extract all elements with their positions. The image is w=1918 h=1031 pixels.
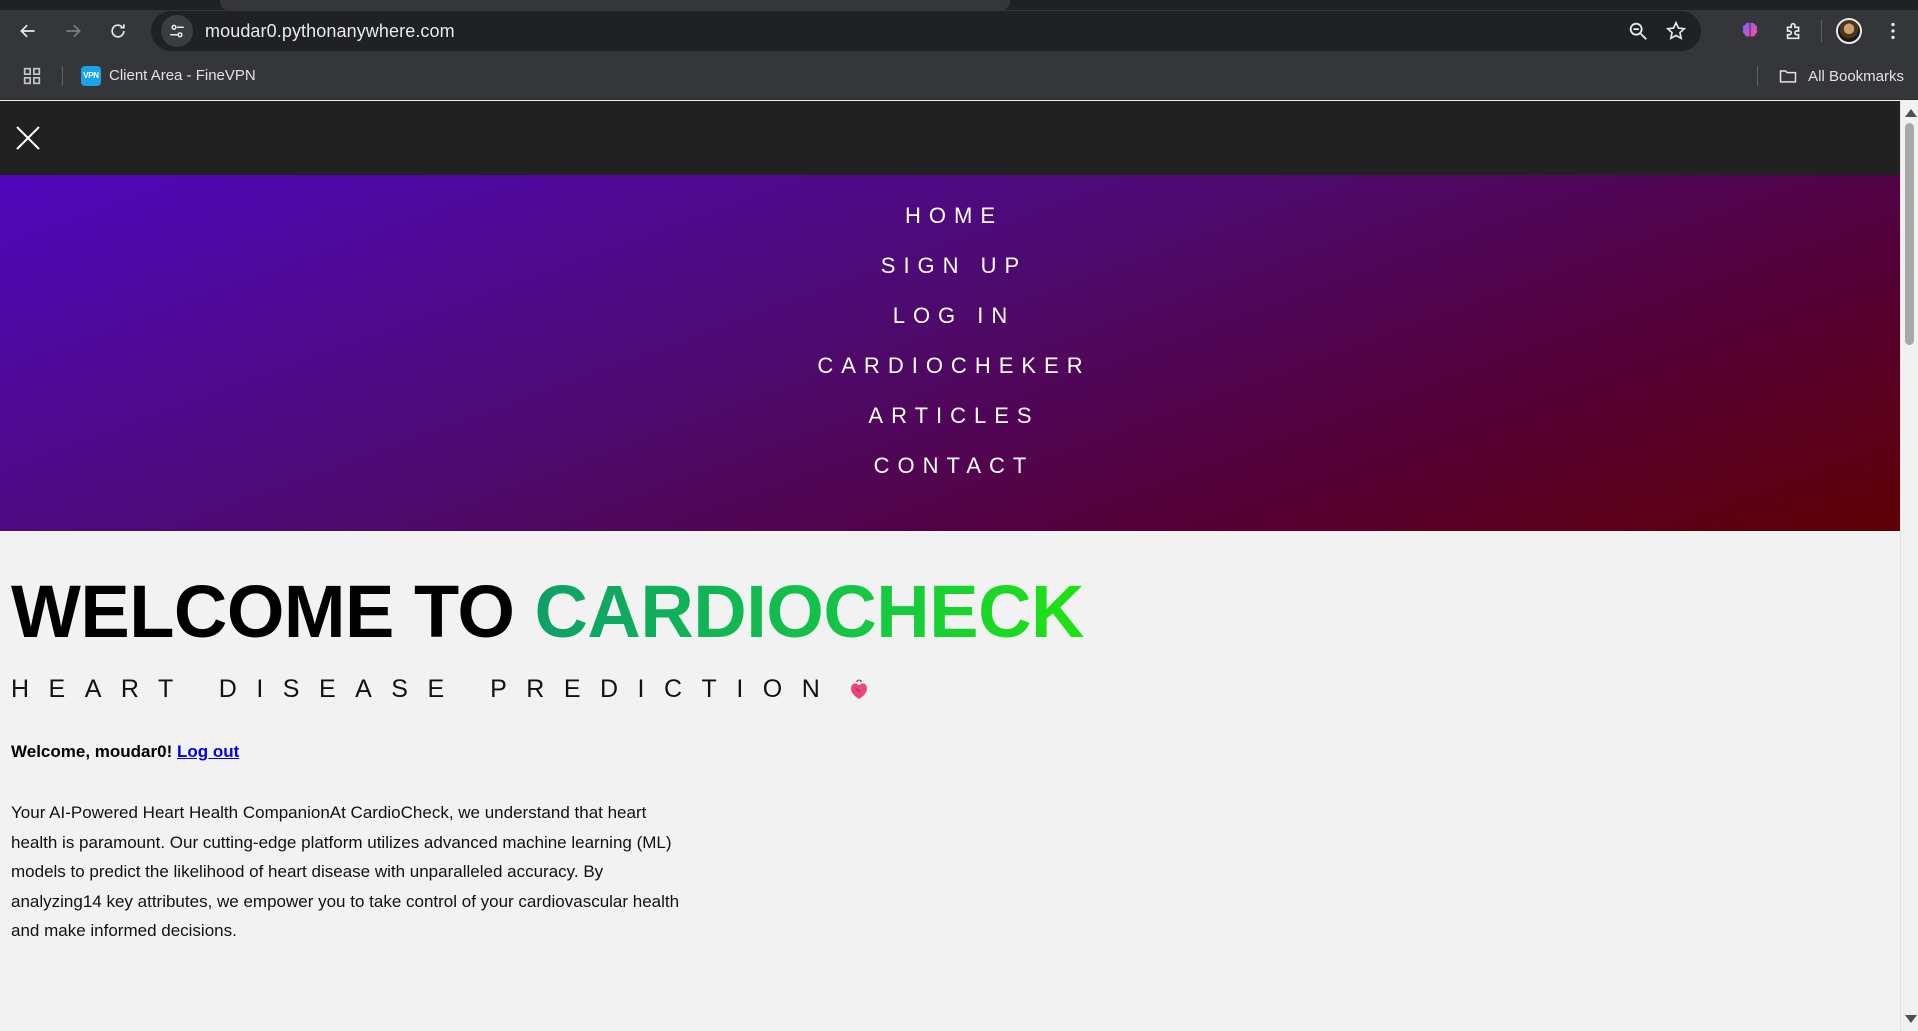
page-title: WELCOME TO CARDIOCHECK bbox=[11, 569, 1889, 655]
site-info-button[interactable] bbox=[161, 15, 193, 47]
nav-articles[interactable]: ARTICLES bbox=[860, 391, 1039, 441]
folder-icon bbox=[1779, 70, 1797, 83]
nav-log-in[interactable]: LOG IN bbox=[885, 291, 1016, 341]
back-button[interactable] bbox=[10, 13, 46, 49]
title-prefix: WELCOME TO bbox=[11, 570, 535, 653]
forward-button[interactable] bbox=[55, 13, 91, 49]
page-subtitle: HEART DISEASE PREDICTION bbox=[11, 675, 1889, 704]
bookmarks-bar: VPN Client Area - FineVPN All Bookmarks bbox=[0, 52, 1918, 100]
avatar bbox=[1836, 18, 1862, 44]
brain-icon bbox=[1742, 22, 1758, 37]
scroll-down-icon[interactable] bbox=[1905, 1015, 1917, 1023]
zoom-icon[interactable] bbox=[1627, 20, 1649, 42]
bookmark-label: Client Area - FineVPN bbox=[109, 67, 256, 84]
url-text[interactable]: moudar0.pythonanywhere.com bbox=[205, 21, 455, 42]
tab-strip bbox=[0, 0, 1918, 10]
page-scrollbar[interactable] bbox=[1900, 101, 1918, 1031]
vpn-favicon-icon: VPN bbox=[81, 65, 101, 86]
browser-menu-button[interactable] bbox=[1876, 14, 1910, 48]
tune-icon bbox=[170, 24, 184, 38]
profile-button[interactable] bbox=[1832, 14, 1866, 48]
active-tab[interactable] bbox=[220, 0, 1010, 10]
browser-toolbar: moudar0.pythonanywhere.com bbox=[0, 10, 1918, 52]
toolbar-right bbox=[1733, 13, 1910, 49]
toolbar-separator bbox=[1821, 20, 1822, 42]
user-greeting: Welcome, moudar0! Log out bbox=[11, 742, 1889, 762]
all-bookmarks[interactable]: All Bookmarks bbox=[1757, 52, 1904, 100]
brand-name: CARDIOCHECK bbox=[534, 570, 1084, 653]
bookmark-separator bbox=[62, 65, 63, 86]
kebab-menu-icon bbox=[1891, 22, 1895, 40]
omnibox-actions bbox=[1627, 11, 1687, 51]
bookmark-client-area[interactable]: VPN Client Area - FineVPN bbox=[81, 65, 256, 86]
nav-cardiocheker[interactable]: CARDIOCHEKER bbox=[809, 341, 1090, 391]
apps-grid-icon bbox=[23, 67, 41, 84]
subtitle-text: HEART DISEASE PREDICTION bbox=[11, 675, 840, 703]
nav-contact[interactable]: CONTACT bbox=[866, 441, 1035, 491]
extensions-button[interactable] bbox=[1777, 14, 1811, 48]
site-topbar bbox=[0, 101, 1900, 175]
anatomical-heart-icon bbox=[847, 678, 871, 702]
nav-home[interactable]: HOME bbox=[897, 191, 1003, 241]
intro-paragraph: Your AI-Powered Heart Health CompanionAt… bbox=[11, 803, 680, 940]
scroll-up-icon[interactable] bbox=[1905, 109, 1917, 117]
reload-icon bbox=[111, 24, 125, 38]
address-bar[interactable]: moudar0.pythonanywhere.com bbox=[151, 11, 1701, 51]
nav-sign-up[interactable]: SIGN UP bbox=[873, 241, 1027, 291]
all-bookmarks-label: All Bookmarks bbox=[1808, 67, 1904, 85]
nav-menu: HOME SIGN UP LOG IN CARDIOCHEKER ARTICLE… bbox=[0, 175, 1900, 531]
close-icon bbox=[16, 126, 40, 150]
logout-link[interactable]: Log out bbox=[177, 742, 239, 761]
arrow-right-icon bbox=[66, 24, 81, 38]
apps-button[interactable] bbox=[20, 64, 44, 88]
scrollbar-thumb[interactable] bbox=[1905, 123, 1914, 345]
puzzle-icon bbox=[1786, 22, 1800, 40]
menu-close-button[interactable] bbox=[12, 122, 44, 154]
brain-extension-button[interactable] bbox=[1733, 14, 1767, 48]
page: HOME SIGN UP LOG IN CARDIOCHEKER ARTICLE… bbox=[0, 101, 1900, 1031]
arrow-left-icon bbox=[20, 24, 35, 38]
bookmark-separator bbox=[1757, 66, 1759, 86]
greeting-text: Welcome, moudar0! bbox=[11, 742, 173, 761]
page-viewport: HOME SIGN UP LOG IN CARDIOCHEKER ARTICLE… bbox=[0, 101, 1918, 1031]
reload-button[interactable] bbox=[100, 13, 136, 49]
hero-section: WELCOME TO CARDIOCHECK HEART DISEASE PRE… bbox=[0, 531, 1900, 946]
star-icon[interactable] bbox=[1665, 20, 1687, 42]
